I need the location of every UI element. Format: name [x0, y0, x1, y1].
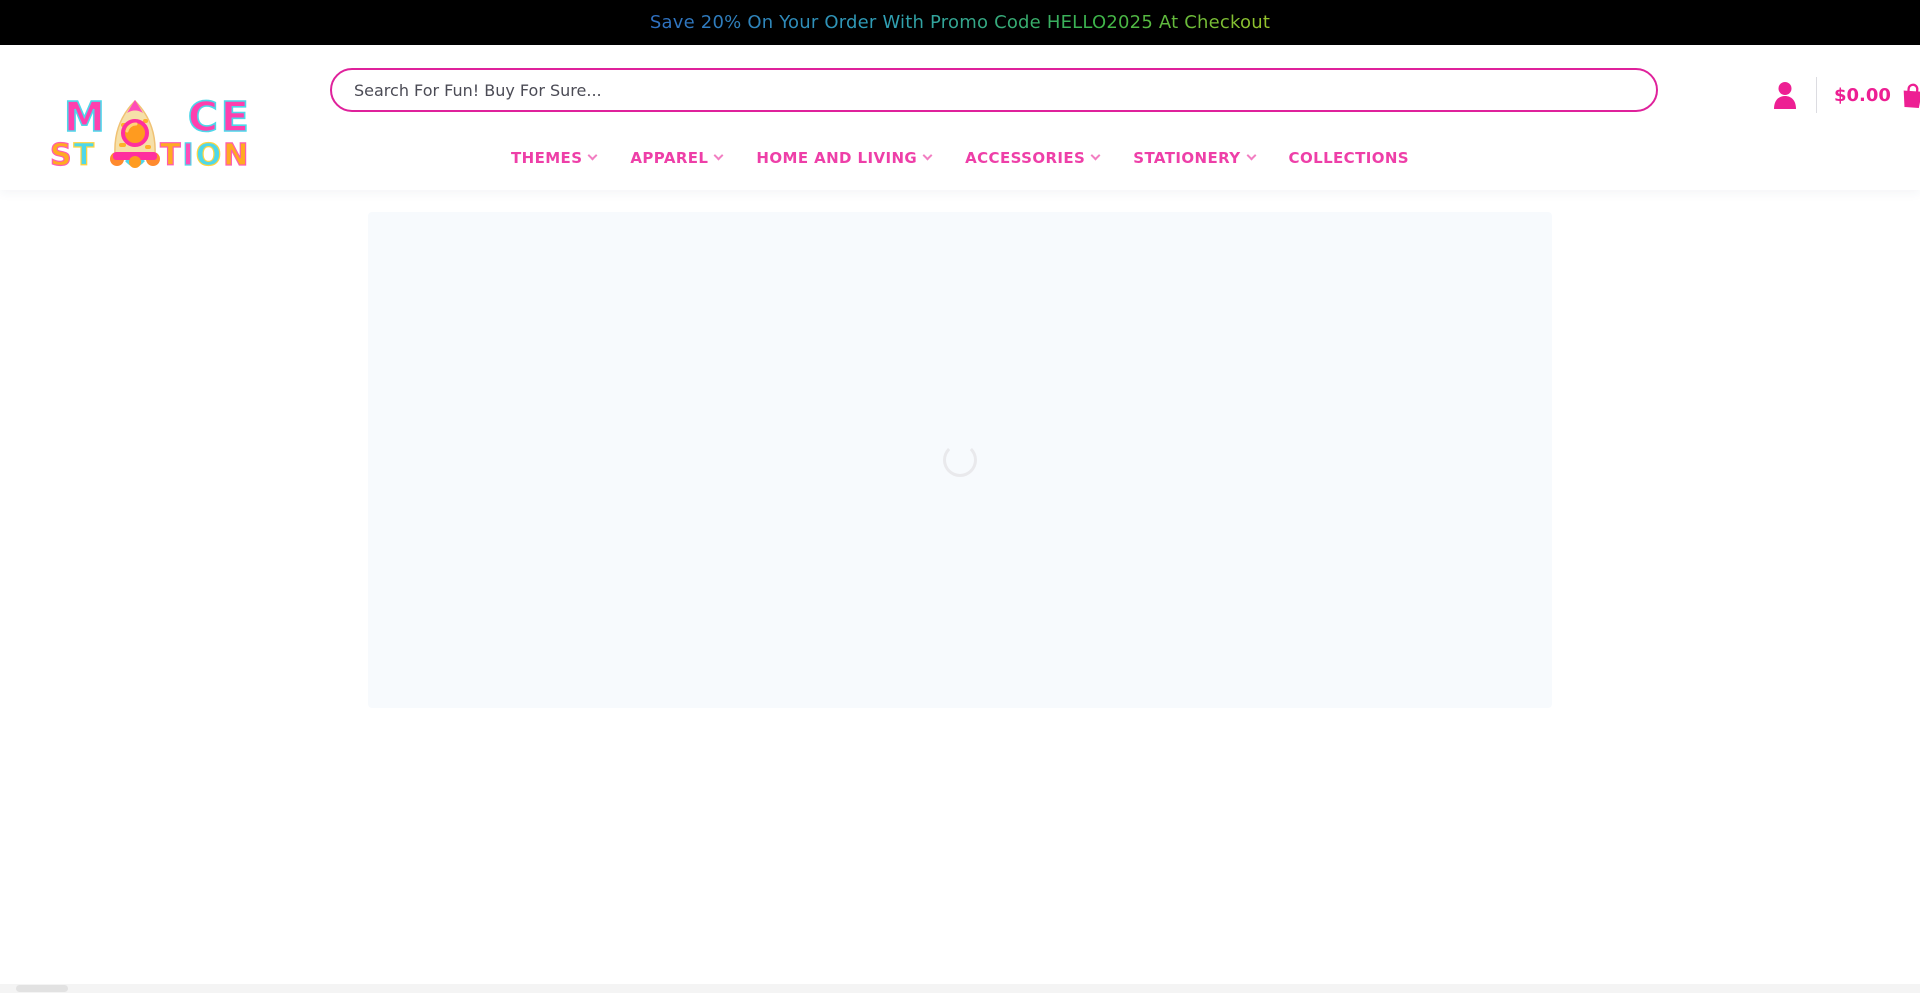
chevron-down-icon	[714, 151, 724, 161]
promo-banner: Save 20% On Your Order With Promo Code H…	[0, 0, 1920, 45]
nav-item-home-and-living[interactable]: HOME AND LIVING	[754, 145, 933, 171]
nav-item-label: THEMES	[511, 149, 582, 167]
rocket-icon	[102, 99, 168, 173]
page: Save 20% On Your Order With Promo Code H…	[0, 0, 1920, 993]
nav-item-label: ACCESSORIES	[965, 149, 1085, 167]
logo-letter: C	[188, 95, 221, 139]
nav-item-stationery[interactable]: STATIONERY	[1131, 145, 1256, 171]
search-bar	[330, 68, 1658, 112]
cart-total: $0.00	[1834, 85, 1891, 106]
header-divider	[1816, 77, 1817, 113]
nav-item-label: HOME AND LIVING	[756, 149, 917, 167]
nav-item-accessories[interactable]: ACCESSORIES	[963, 145, 1101, 171]
chevron-down-icon	[588, 151, 598, 161]
cart-link[interactable]: $0.00	[1834, 79, 1920, 111]
logo-letter: E	[221, 95, 252, 139]
chevron-down-icon	[1091, 151, 1101, 161]
site-header: M C E S T T I O N	[0, 45, 1920, 190]
shopping-bag-icon	[1899, 81, 1920, 110]
nav-item-label: COLLECTIONS	[1289, 149, 1409, 167]
chevron-down-icon	[1246, 151, 1256, 161]
loading-panel	[368, 212, 1552, 708]
user-icon[interactable]	[1772, 81, 1798, 109]
spinner-icon	[943, 443, 977, 477]
nav-item-themes[interactable]: THEMES	[509, 145, 598, 171]
search-input[interactable]	[330, 68, 1658, 112]
promo-banner-text: Save 20% On Your Order With Promo Code H…	[650, 12, 1270, 33]
main-nav: THEMES APPAREL HOME AND LIVING ACCESSORI…	[0, 145, 1920, 171]
chevron-down-icon	[923, 151, 933, 161]
nav-item-apparel[interactable]: APPAREL	[628, 145, 724, 171]
scrollbar-thumb[interactable]	[16, 985, 68, 992]
nav-item-collections[interactable]: COLLECTIONS	[1287, 145, 1411, 171]
nav-item-label: STATIONERY	[1133, 149, 1240, 167]
horizontal-scrollbar[interactable]	[0, 984, 1920, 993]
nav-item-label: APPAREL	[630, 149, 708, 167]
